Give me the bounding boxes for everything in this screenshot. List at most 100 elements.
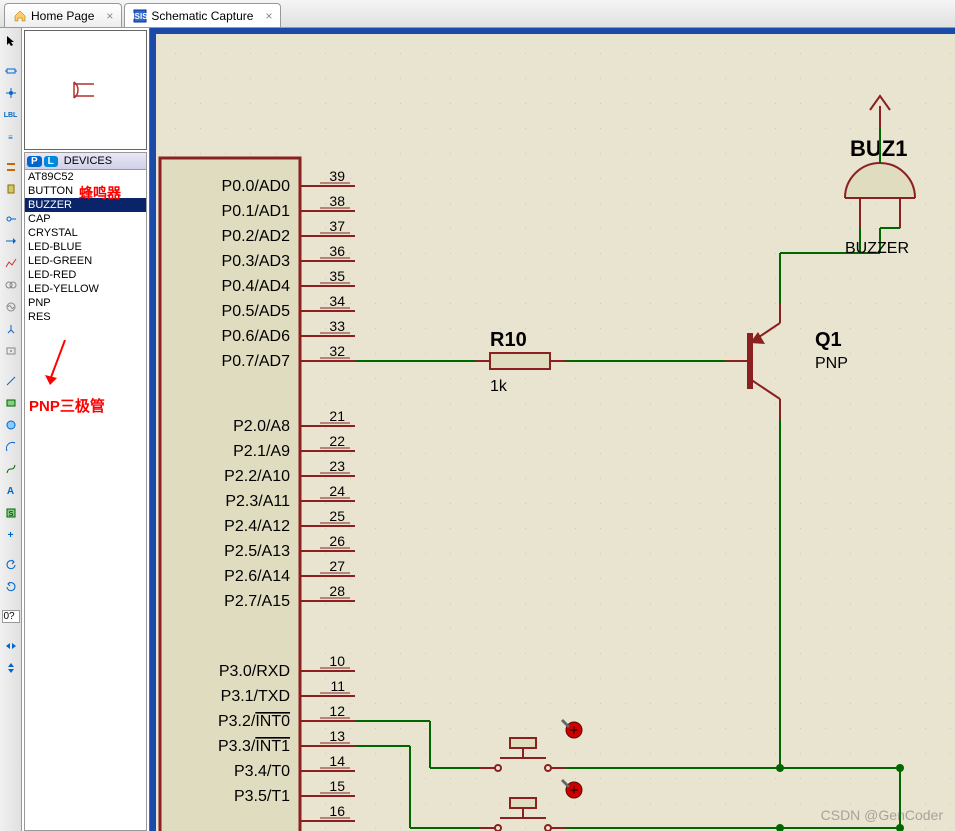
path-tool[interactable] bbox=[2, 460, 20, 478]
svg-text:24: 24 bbox=[329, 483, 345, 499]
device-item[interactable]: CRYSTAL bbox=[25, 226, 146, 240]
probe-tool[interactable] bbox=[2, 320, 20, 338]
svg-text:P3.2/INT0: P3.2/INT0 bbox=[218, 713, 290, 730]
device-item[interactable]: BUTTON bbox=[25, 184, 146, 198]
svg-text:P2.0/A8: P2.0/A8 bbox=[233, 418, 290, 435]
svg-text:BUZ1: BUZ1 bbox=[850, 136, 907, 161]
subcircuit-tool[interactable] bbox=[2, 180, 20, 198]
svg-text:R10: R10 bbox=[490, 329, 527, 351]
svg-text:14: 14 bbox=[329, 753, 345, 769]
svg-text:P0.2/AD2: P0.2/AD2 bbox=[222, 228, 291, 245]
rotate-cw-tool[interactable] bbox=[2, 578, 20, 596]
text2-tool[interactable]: A bbox=[2, 482, 20, 500]
schematic-svg: P0.0/AD039 P0.1/AD138 P0.2/AD237 P0.3/AD… bbox=[150, 28, 955, 831]
svg-text:P2.6/A14: P2.6/A14 bbox=[224, 568, 290, 585]
marker-tool[interactable]: + bbox=[2, 526, 20, 544]
svg-text:13: 13 bbox=[329, 728, 345, 744]
svg-text:11: 11 bbox=[330, 678, 345, 694]
buzzer-preview-icon bbox=[66, 72, 106, 108]
tape-tool[interactable] bbox=[2, 276, 20, 294]
svg-text:34: 34 bbox=[329, 293, 345, 309]
flip-v-tool[interactable] bbox=[2, 659, 20, 677]
rotation-input[interactable]: 0? bbox=[2, 610, 20, 623]
label-tool[interactable]: LBL bbox=[2, 106, 20, 124]
left-toolbar: LBL ≡ A S + 0? bbox=[0, 28, 22, 831]
svg-text:P0.4/AD4: P0.4/AD4 bbox=[222, 278, 291, 295]
schematic-icon: ISIS bbox=[133, 9, 147, 23]
svg-text:P0.6/AD6: P0.6/AD6 bbox=[222, 328, 291, 345]
svg-text:21: 21 bbox=[329, 408, 345, 424]
svg-text:15: 15 bbox=[329, 778, 345, 794]
component-tool[interactable] bbox=[2, 62, 20, 80]
preview-box bbox=[24, 30, 147, 150]
svg-text:ISIS: ISIS bbox=[133, 12, 147, 21]
svg-text:P2.3/A11: P2.3/A11 bbox=[225, 493, 290, 510]
symbol-tool[interactable]: S bbox=[2, 504, 20, 522]
svg-text:P0.0/AD0: P0.0/AD0 bbox=[222, 178, 291, 195]
device-item[interactable]: PNP bbox=[25, 296, 146, 310]
svg-text:P3.5/T1: P3.5/T1 bbox=[234, 788, 290, 805]
device-item[interactable]: CAP bbox=[25, 212, 146, 226]
tab-schematic[interactable]: ISIS Schematic Capture × bbox=[124, 3, 281, 27]
rotate-ccw-tool[interactable] bbox=[2, 556, 20, 574]
tabs-bar: Home Page × ISIS Schematic Capture × bbox=[0, 0, 955, 28]
svg-text:BUZZER: BUZZER bbox=[845, 240, 909, 257]
device-item[interactable]: BUZZER bbox=[25, 198, 146, 212]
svg-text:PNP: PNP bbox=[815, 355, 848, 372]
bus-tool[interactable] bbox=[2, 158, 20, 176]
svg-text:P0.7/AD7: P0.7/AD7 bbox=[222, 353, 291, 370]
svg-text:28: 28 bbox=[329, 583, 345, 599]
box-tool[interactable] bbox=[2, 394, 20, 412]
circle-tool[interactable] bbox=[2, 416, 20, 434]
devices-title: DEVICES bbox=[64, 155, 112, 167]
svg-text:P2.1/A9: P2.1/A9 bbox=[233, 443, 290, 460]
svg-text:P3.4/T0: P3.4/T0 bbox=[234, 763, 290, 780]
svg-text:P2.5/A13: P2.5/A13 bbox=[224, 543, 290, 560]
svg-text:10: 10 bbox=[329, 653, 345, 669]
generator-tool[interactable] bbox=[2, 298, 20, 316]
flip-h-tool[interactable] bbox=[2, 637, 20, 655]
svg-text:Q1: Q1 bbox=[815, 329, 842, 351]
l-button[interactable]: L bbox=[44, 156, 58, 167]
pin-tool[interactable] bbox=[2, 232, 20, 250]
svg-text:27: 27 bbox=[329, 558, 345, 574]
svg-text:P3.3/INT1: P3.3/INT1 bbox=[218, 738, 290, 755]
svg-text:33: 33 bbox=[329, 318, 345, 334]
tab-home[interactable]: Home Page × bbox=[4, 3, 122, 27]
device-item[interactable]: LED-YELLOW bbox=[25, 282, 146, 296]
terminal-tool[interactable] bbox=[2, 210, 20, 228]
svg-text:26: 26 bbox=[329, 533, 345, 549]
svg-text:P2.7/A15: P2.7/A15 bbox=[224, 593, 290, 610]
svg-text:P0.5/AD5: P0.5/AD5 bbox=[222, 303, 291, 320]
p-button[interactable]: P bbox=[27, 156, 42, 167]
side-panel: P L DEVICES AT89C52 BUTTON BUZZER CAP CR… bbox=[22, 28, 150, 831]
svg-text:P0.3/AD3: P0.3/AD3 bbox=[222, 253, 291, 270]
tab-label: Home Page bbox=[31, 9, 94, 23]
arrow-tool[interactable] bbox=[2, 32, 20, 50]
close-icon[interactable]: × bbox=[106, 9, 113, 23]
svg-text:25: 25 bbox=[329, 508, 345, 524]
device-list[interactable]: AT89C52 BUTTON BUZZER CAP CRYSTAL LED-BL… bbox=[24, 170, 147, 831]
junction-tool[interactable] bbox=[2, 84, 20, 102]
graph-tool[interactable] bbox=[2, 254, 20, 272]
svg-text:12: 12 bbox=[329, 703, 345, 719]
schematic-canvas[interactable]: P0.0/AD039 P0.1/AD138 P0.2/AD237 P0.3/AD… bbox=[150, 28, 955, 831]
device-item[interactable]: LED-BLUE bbox=[25, 240, 146, 254]
arc-tool[interactable] bbox=[2, 438, 20, 456]
device-item[interactable]: LED-RED bbox=[25, 268, 146, 282]
device-item[interactable]: AT89C52 bbox=[25, 170, 146, 184]
device-item[interactable]: LED-GREEN bbox=[25, 254, 146, 268]
instrument-tool[interactable] bbox=[2, 342, 20, 360]
svg-text:35: 35 bbox=[329, 268, 345, 284]
line-tool[interactable] bbox=[2, 372, 20, 390]
device-item[interactable]: RES bbox=[25, 310, 146, 324]
svg-text:P2.4/A12: P2.4/A12 bbox=[224, 518, 290, 535]
text-tool[interactable]: ≡ bbox=[2, 128, 20, 146]
close-icon[interactable]: × bbox=[265, 9, 272, 23]
svg-text:S: S bbox=[8, 511, 13, 518]
devices-header: P L DEVICES bbox=[24, 152, 147, 170]
svg-text:P2.2/A10: P2.2/A10 bbox=[224, 468, 290, 485]
svg-text:36: 36 bbox=[329, 243, 345, 259]
svg-text:1k: 1k bbox=[490, 378, 508, 395]
svg-text:32: 32 bbox=[329, 343, 345, 359]
